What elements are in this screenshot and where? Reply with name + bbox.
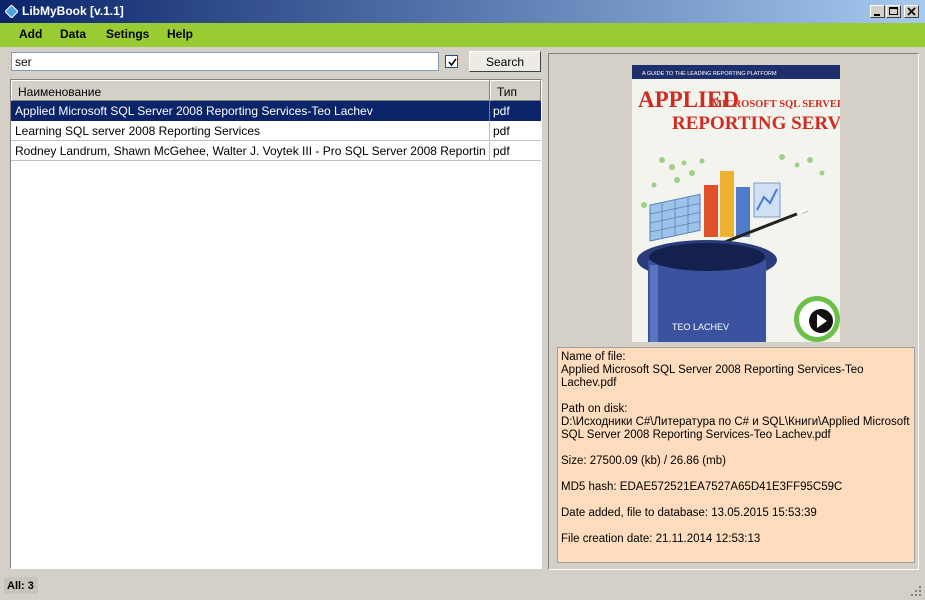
minimize-button[interactable] xyxy=(870,5,885,18)
cover-title-rs: REPORTING SERVICES xyxy=(672,113,840,134)
title-bar: LibMyBook [v.1.1] xyxy=(0,0,925,23)
menu-setings[interactable]: Setings xyxy=(106,27,149,41)
file-details: Name of file: Applied Microsoft SQL Serv… xyxy=(557,347,915,563)
search-button[interactable]: Search xyxy=(469,51,541,72)
table-row[interactable]: Rodney Landrum, Shawn McGehee, Walter J.… xyxy=(11,141,541,161)
cover-series-text: A GUIDE TO THE LEADING REPORTING PLATFOR… xyxy=(642,71,777,77)
maximize-icon xyxy=(889,7,898,15)
row-name: Applied Microsoft SQL Server 2008 Report… xyxy=(15,104,373,118)
path-label: Path on disk: xyxy=(561,403,628,415)
file-list[interactable]: Наименование Тип Applied Microsoft SQL S… xyxy=(10,79,542,569)
search-option-checkbox[interactable] xyxy=(445,55,458,68)
app-icon xyxy=(5,5,18,18)
column-header-name[interactable]: Наименование xyxy=(11,80,490,101)
resize-grip-icon[interactable] xyxy=(910,585,922,597)
status-bar: All: 3 xyxy=(0,573,925,600)
book-cover-image: A GUIDE TO THE LEADING REPORTING PLATFOR… xyxy=(632,65,840,342)
file-name-label: Name of file: xyxy=(561,351,626,363)
close-icon xyxy=(907,7,916,16)
cover-author: TEO LACHEV xyxy=(672,322,729,332)
menu-help[interactable]: Help xyxy=(167,27,193,41)
row-type: pdf xyxy=(493,124,510,138)
row-name: Learning SQL server 2008 Reporting Servi… xyxy=(15,124,261,138)
search-input[interactable] xyxy=(11,52,439,71)
file-name-value: Applied Microsoft SQL Server 2008 Report… xyxy=(561,364,864,389)
menu-bar: Add Data Setings Help xyxy=(0,23,925,47)
md5-hash: MD5 hash: EDAE572521EA7527A65D41E3FF95C5… xyxy=(561,481,843,493)
column-header-type[interactable]: Тип xyxy=(490,80,541,101)
close-button[interactable] xyxy=(904,5,919,18)
date-added: Date added, file to database: 13.05.2015… xyxy=(561,507,817,519)
row-type: pdf xyxy=(493,104,510,118)
checkmark-icon xyxy=(448,58,457,67)
window-title: LibMyBook [v.1.1] xyxy=(22,4,124,18)
column-separator xyxy=(489,101,490,121)
menu-data[interactable]: Data xyxy=(60,27,86,41)
maximize-button[interactable] xyxy=(886,5,901,18)
row-name: Rodney Landrum, Shawn McGehee, Walter J.… xyxy=(15,144,485,158)
menu-add[interactable]: Add xyxy=(19,27,42,41)
table-row[interactable]: Learning SQL server 2008 Reporting Servi… xyxy=(11,121,541,141)
path-value: D:\Исходники C#\Литература по C# и SQL\К… xyxy=(561,416,910,441)
minimize-icon xyxy=(874,14,880,16)
column-separator xyxy=(489,141,490,161)
cover-title-product: MICROSOFT SQL SERVER 2008 xyxy=(712,99,840,110)
record-count: All: 3 xyxy=(4,577,38,594)
column-separator xyxy=(489,121,490,141)
table-row[interactable]: Applied Microsoft SQL Server 2008 Report… xyxy=(11,101,541,121)
row-type: pdf xyxy=(493,144,510,158)
file-creation-date: File creation date: 21.11.2014 12:53:13 xyxy=(561,533,761,545)
file-size: Size: 27500.09 (kb) / 26.86 (mb) xyxy=(561,455,726,467)
